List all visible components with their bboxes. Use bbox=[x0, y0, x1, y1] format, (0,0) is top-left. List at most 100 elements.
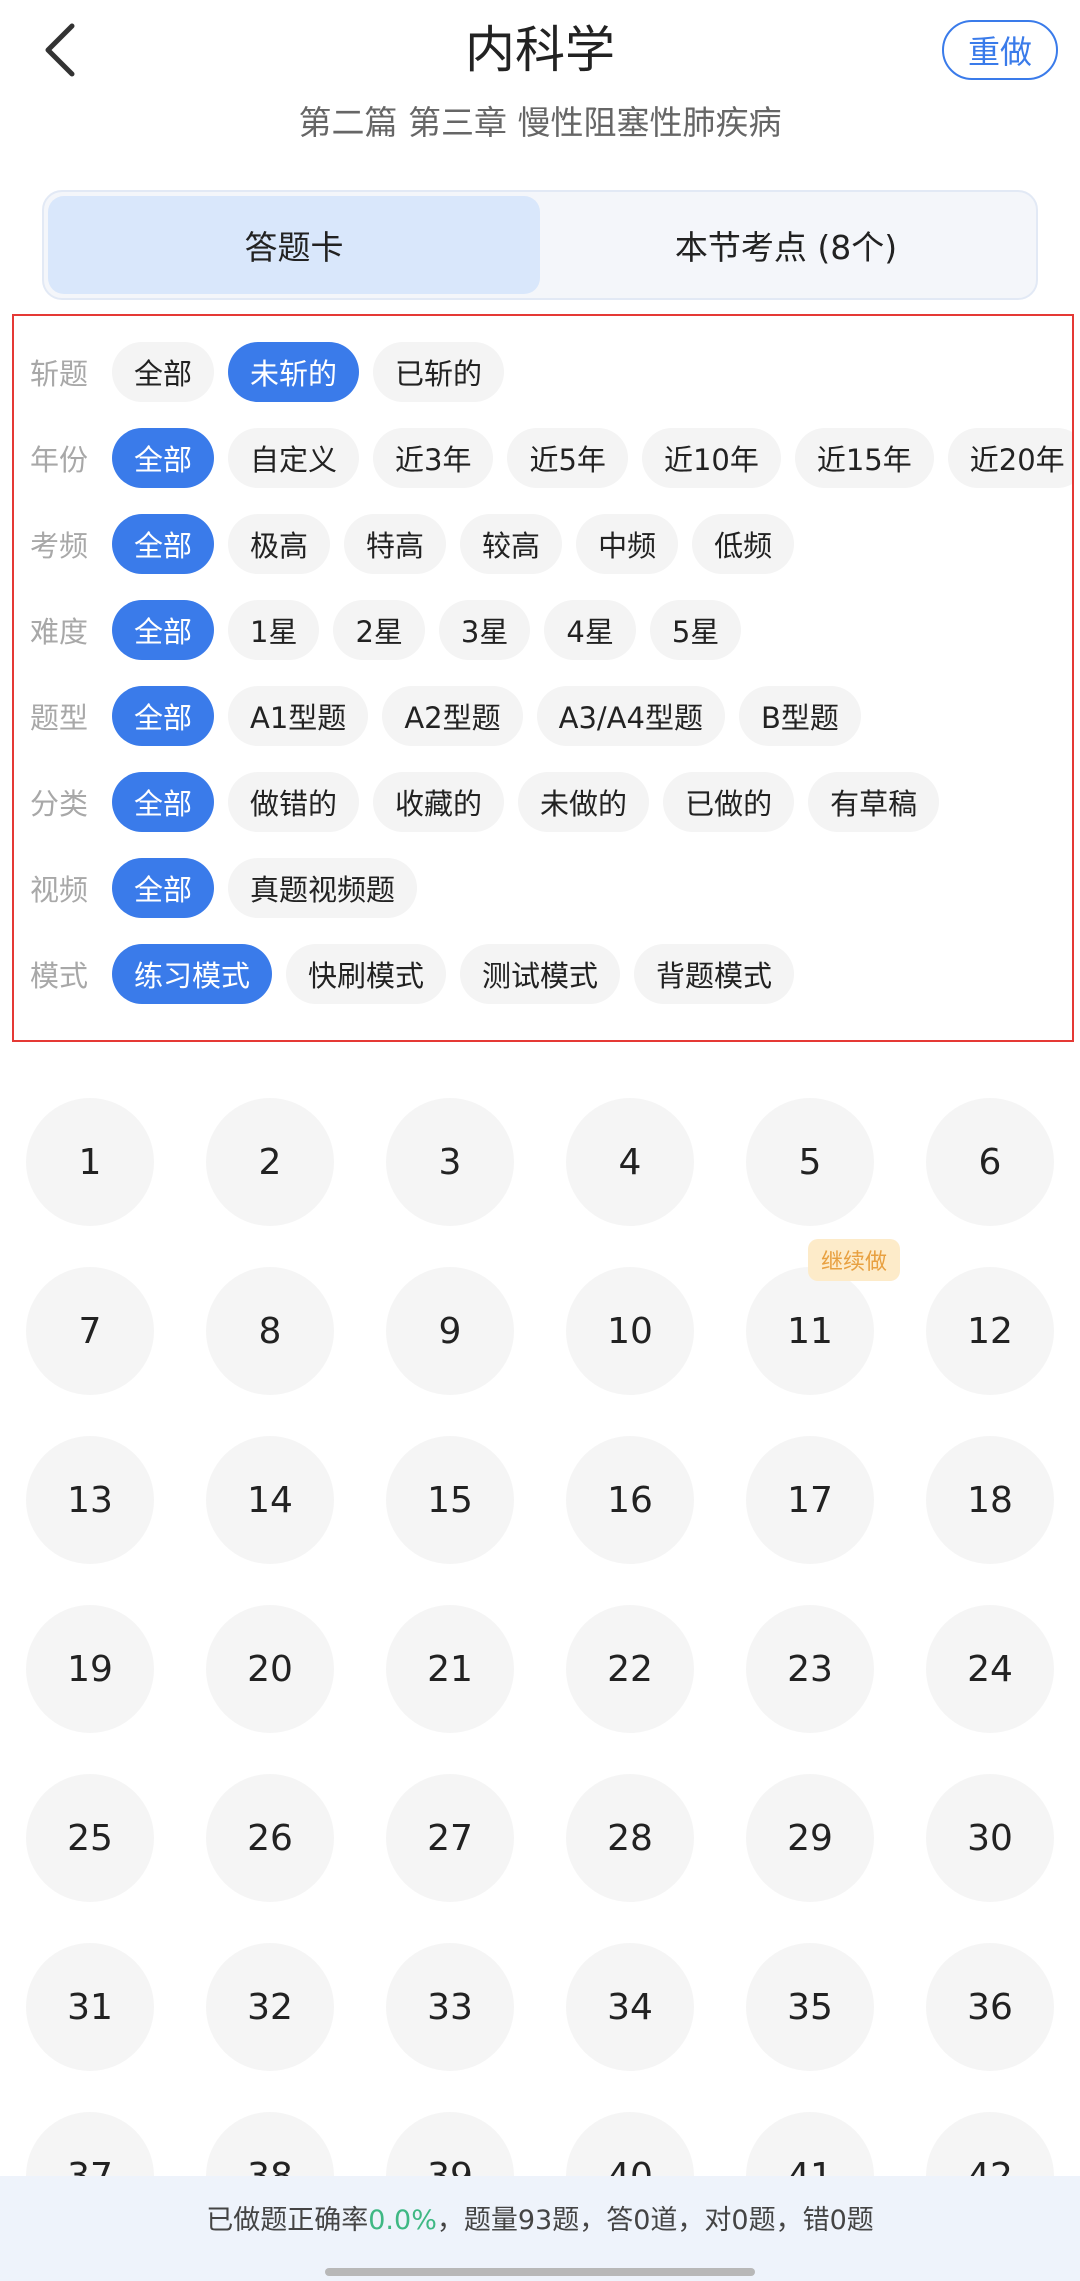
filter-chip[interactable]: A1型题 bbox=[228, 686, 369, 746]
question-number-button[interactable]: 33 bbox=[386, 1943, 514, 2071]
filter-row-mode: 模式 练习模式 快刷模式 测试模式 背题模式 bbox=[14, 942, 1072, 1006]
stats-suffix: ，题量93题，答0道，对0题，错0题 bbox=[436, 2205, 874, 2236]
filter-row-year: 年份 全部 自定义 近3年 近5年 近10年 近15年 近20年 bbox=[14, 426, 1072, 490]
filter-chip[interactable]: 近3年 bbox=[373, 428, 494, 488]
filter-chip[interactable]: 已做的 bbox=[663, 772, 795, 832]
filter-panel: 斩题 全部 未斩的 已斩的 年份 全部 自定义 近3年 近5年 近10年 近15年 近20年 考频 全部极… bbox=[12, 314, 1074, 1042]
question-number-button[interactable]: 26 bbox=[206, 1774, 334, 1902]
chapter-subtitle: 第二篇 第三章 慢性阻塞性肺疾病 bbox=[298, 103, 782, 142]
filter-chip[interactable]: 3星 bbox=[438, 600, 531, 660]
filter-chip[interactable]: A3/A4型题 bbox=[536, 686, 725, 746]
question-number-button[interactable]: 8 bbox=[206, 1267, 334, 1395]
question-number-button[interactable]: 10 bbox=[566, 1267, 694, 1395]
question-number-button[interactable]: 6 bbox=[926, 1098, 1054, 1226]
filter-chip[interactable]: 背题模式 bbox=[634, 944, 795, 1004]
tab-key-points[interactable]: 本节考点 (8个) bbox=[540, 196, 1032, 294]
filter-chip[interactable]: 练习模式 bbox=[112, 944, 273, 1004]
tab-bar: 答题卡 本节考点 (8个) bbox=[42, 190, 1038, 300]
filter-chip[interactable]: 近15年 bbox=[794, 428, 934, 488]
filter-chip[interactable]: 极高 bbox=[228, 514, 331, 574]
question-number-button[interactable]: 11 bbox=[746, 1267, 874, 1395]
filter-label: 视频 bbox=[30, 873, 89, 907]
question-number-button[interactable]: 34 bbox=[566, 1943, 694, 2071]
question-number-button[interactable]: 2 bbox=[206, 1098, 334, 1226]
question-number-button[interactable]: 12 bbox=[926, 1267, 1054, 1395]
question-number-button[interactable]: 20 bbox=[206, 1605, 334, 1733]
filter-chip[interactable]: 未做的 bbox=[518, 772, 650, 832]
filter-chip[interactable]: 2星 bbox=[333, 600, 425, 660]
filter-chip[interactable]: 做错的 bbox=[228, 772, 360, 832]
filter-chip[interactable]: 全部 bbox=[112, 858, 215, 918]
filter-row-category: 分类 全部 做错的 收藏的 未做的 已做的 有草稿 bbox=[14, 770, 1072, 834]
redo-button[interactable]: 重做 bbox=[942, 20, 1058, 80]
filter-chip[interactable]: 近10年 bbox=[641, 428, 781, 488]
filter-chip[interactable]: A2型题 bbox=[382, 686, 523, 746]
filter-chip[interactable]: 收藏的 bbox=[373, 772, 505, 832]
question-number-button[interactable]: 32 bbox=[206, 1943, 334, 2071]
question-number-button[interactable]: 17 bbox=[746, 1436, 874, 1564]
question-number-button[interactable]: 31 bbox=[26, 1943, 154, 2071]
filter-chip[interactable]: 全部 bbox=[112, 428, 215, 488]
filter-chip[interactable]: 近5年 bbox=[507, 428, 628, 488]
filter-label: 年份 bbox=[30, 443, 89, 477]
filter-chip[interactable]: 全部 bbox=[112, 600, 215, 660]
filter-chip[interactable]: 已斩的 bbox=[373, 342, 505, 402]
question-number-button[interactable]: 13 bbox=[26, 1436, 154, 1564]
question-number-button[interactable]: 14 bbox=[206, 1436, 334, 1564]
question-number-button[interactable]: 21 bbox=[386, 1605, 514, 1733]
accuracy-rate: 0.0% bbox=[368, 2205, 437, 2236]
filter-chip[interactable]: 自定义 bbox=[228, 428, 360, 488]
filter-row-video: 视频 全部 真题视频题 bbox=[14, 856, 1072, 920]
filter-chip[interactable]: 4星 bbox=[544, 600, 636, 660]
question-number-button[interactable]: 7 bbox=[26, 1267, 154, 1395]
filter-chip[interactable]: 低频 bbox=[692, 514, 795, 574]
page-title: 内科学 bbox=[465, 21, 615, 79]
filter-label: 分类 bbox=[30, 787, 89, 821]
question-number-button[interactable]: 15 bbox=[386, 1436, 514, 1564]
filter-label: 难度 bbox=[30, 615, 89, 649]
stats-text: 已做题正确率0.0%，题量93题，答0道，对0题，错0题 bbox=[0, 2198, 1080, 2237]
question-number-button[interactable]: 24 bbox=[926, 1605, 1054, 1733]
filter-row-question-type: 题型 全部 A1型题 A2型题 A3/A4型题 B型题 bbox=[14, 684, 1072, 748]
filter-chip[interactable]: 快刷模式 bbox=[286, 944, 447, 1004]
question-number-button[interactable]: 9 bbox=[386, 1267, 514, 1395]
question-number-button[interactable]: 18 bbox=[926, 1436, 1054, 1564]
continue-badge[interactable]: 继续做 bbox=[808, 1239, 900, 1281]
filter-chip[interactable]: 测试模式 bbox=[460, 944, 621, 1004]
filter-row-cut: 斩题 全部 未斩的 已斩的 bbox=[14, 340, 1072, 404]
filter-chip[interactable]: B型题 bbox=[738, 686, 861, 746]
question-number-button[interactable]: 5 bbox=[746, 1098, 874, 1226]
question-number-button[interactable]: 28 bbox=[566, 1774, 694, 1902]
question-number-button[interactable]: 19 bbox=[26, 1605, 154, 1733]
filter-label: 题型 bbox=[30, 701, 89, 735]
filter-chip[interactable]: 5星 bbox=[649, 600, 742, 660]
filter-chip[interactable]: 中频 bbox=[576, 514, 679, 574]
question-number-button[interactable]: 25 bbox=[26, 1774, 154, 1902]
question-number-button[interactable]: 22 bbox=[566, 1605, 694, 1733]
question-number-button[interactable]: 16 bbox=[566, 1436, 694, 1564]
question-number-button[interactable]: 30 bbox=[926, 1774, 1054, 1902]
tab-answer-card[interactable]: 答题卡 bbox=[48, 196, 540, 294]
filter-chip[interactable]: 近20年 bbox=[947, 428, 1072, 488]
question-number-button[interactable]: 36 bbox=[926, 1943, 1054, 2071]
filter-chip[interactable]: 全部 bbox=[112, 514, 215, 574]
question-number-button[interactable]: 29 bbox=[746, 1774, 874, 1902]
question-number-button[interactable]: 4 bbox=[566, 1098, 694, 1226]
filter-chip[interactable]: 较高 bbox=[460, 514, 563, 574]
filter-chip[interactable]: 特高 bbox=[344, 514, 447, 574]
question-number-button[interactable]: 27 bbox=[386, 1774, 514, 1902]
filter-chip[interactable]: 1星 bbox=[228, 600, 320, 660]
filter-chip[interactable]: 全部 bbox=[112, 686, 215, 746]
filter-chip[interactable]: 有草稿 bbox=[808, 772, 940, 832]
filter-chip[interactable]: 全部 bbox=[112, 772, 215, 832]
filter-row-frequency: 考频 全部 极高 特高 较高 中频 低频 bbox=[14, 512, 1072, 576]
question-number-button[interactable]: 23 bbox=[746, 1605, 874, 1733]
filter-chip[interactable]: 未斩的 bbox=[228, 342, 360, 402]
question-number-button[interactable]: 1 bbox=[26, 1098, 154, 1226]
question-number-button[interactable]: 3 bbox=[386, 1098, 514, 1226]
question-number-button[interactable]: 35 bbox=[746, 1943, 874, 2071]
home-indicator bbox=[325, 2268, 755, 2276]
filter-chip[interactable]: 真题视频题 bbox=[228, 858, 418, 918]
filter-row-difficulty: 难度 全部 1星 2星 3星 4星 5星 bbox=[14, 598, 1072, 662]
filter-chip[interactable]: 全部 bbox=[112, 342, 215, 402]
